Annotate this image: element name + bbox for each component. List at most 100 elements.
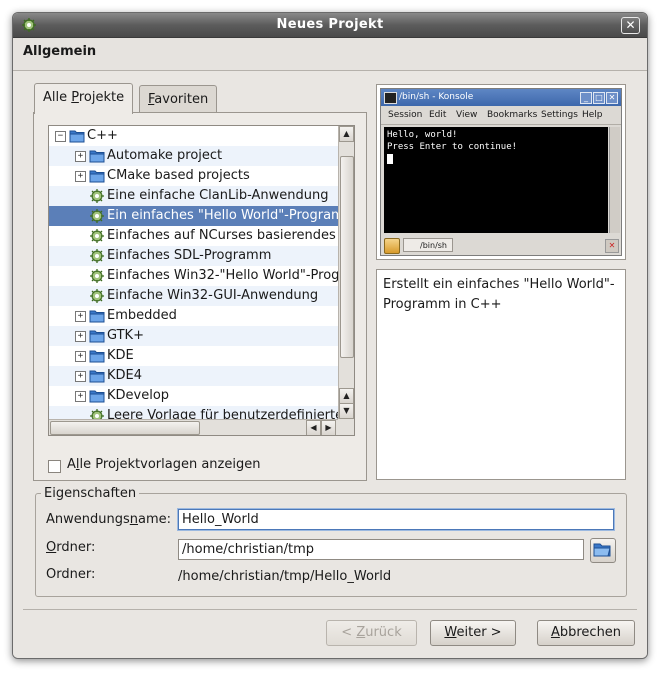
tree-item[interactable]: Einfaches auf NCurses basierendes	[49, 226, 338, 246]
close-icon: ✕	[606, 92, 618, 104]
tree-item[interactable]: + Automake project	[49, 146, 338, 166]
template-description: Erstellt ein einfaches "Hello World"-Pro…	[376, 269, 626, 480]
tree-item[interactable]: Einfache Win32-GUI-Anwendung	[49, 286, 338, 306]
tree-item-label: Einfache Win32-GUI-Anwendung	[107, 288, 319, 303]
tree-item[interactable]: Eine einfache ClanLib-Anwendung	[49, 186, 338, 206]
tree-item[interactable]: + KDE	[49, 346, 338, 366]
app-name-label: Anwendungsname:	[46, 512, 172, 527]
scroll-left-button[interactable]: ◀	[306, 420, 321, 435]
tree-item[interactable]: + GTK+	[49, 326, 338, 346]
terminal-line: Hello, world!	[387, 130, 458, 140]
tab-panel-all-projects: − C++ + Automake project + CMake based p…	[33, 112, 367, 481]
tree-item[interactable]: + CMake based projects	[49, 166, 338, 186]
tab-favorites[interactable]: Favoriten	[139, 85, 218, 113]
scrollbar-thumb[interactable]	[50, 421, 200, 435]
konsole-tabbar: /bin/sh ✕	[381, 236, 621, 255]
window-title: Neues Projekt	[276, 17, 384, 32]
folder-icon	[89, 370, 105, 383]
tree-item[interactable]: − C++	[49, 126, 338, 146]
template-gear-icon	[90, 189, 104, 203]
minimize-icon: _	[580, 92, 592, 104]
next-button[interactable]: Weiter >	[430, 620, 516, 646]
arrow-up-icon: ▲	[343, 129, 350, 138]
konsole-titlebar: /bin/sh - Konsole _ □ ✕	[381, 89, 621, 106]
tree-item[interactable]: Einfaches SDL-Programm	[49, 246, 338, 266]
folder-icon	[89, 350, 105, 363]
expand-icon[interactable]: +	[75, 391, 86, 402]
new-project-dialog: Neues Projekt ✕ Allgemein Alle Projekte …	[12, 12, 648, 659]
tree-item[interactable]: + KDE4	[49, 366, 338, 386]
close-tab-icon: ✕	[605, 239, 619, 253]
tree-item-label: KDE4	[107, 368, 143, 383]
show-all-templates-checkbox[interactable]	[48, 460, 61, 473]
collapse-icon[interactable]: −	[55, 131, 66, 142]
scroll-up-button[interactable]: ▲	[339, 126, 354, 142]
konsole-tab: /bin/sh	[403, 238, 453, 252]
tree-item[interactable]: Einfaches Win32-"Hello World"-Prog	[49, 266, 338, 286]
konsole-menu-item: Session	[388, 110, 423, 120]
tree-item[interactable]: + Embedded	[49, 306, 338, 326]
template-gear-icon	[90, 409, 104, 419]
description-text: Erstellt ein einfaches "Hello World"-Pro…	[383, 277, 615, 312]
tree-vertical-scrollbar[interactable]: ▲ ▲ ▼	[338, 126, 354, 419]
scroll-down-button[interactable]: ▲	[339, 388, 354, 404]
folder-input[interactable]	[178, 539, 584, 560]
konsole-preview-image: /bin/sh - Konsole _ □ ✕ Session Edit Vie…	[380, 88, 622, 256]
expand-icon[interactable]: +	[75, 311, 86, 322]
close-button[interactable]: ✕	[621, 17, 640, 34]
new-tab-icon	[384, 238, 400, 254]
scroll-down-button[interactable]: ▼	[339, 403, 354, 419]
tree-item-label: Einfaches Win32-"Hello World"-Prog	[107, 268, 338, 283]
app-name-input[interactable]	[178, 509, 614, 530]
konsole-menu-item: View	[456, 110, 478, 120]
arrow-up-icon: ▲	[343, 391, 350, 400]
browse-folder-button[interactable]	[590, 538, 616, 563]
template-gear-icon	[90, 229, 104, 243]
project-template-tree[interactable]: − C++ + Automake project + CMake based p…	[48, 125, 355, 436]
properties-group-title: Eigenschaften	[41, 486, 140, 501]
tree-item-label: Embedded	[107, 308, 177, 323]
tree-item-label: Eine einfache ClanLib-Anwendung	[107, 188, 329, 203]
folder-open-icon	[69, 130, 85, 143]
arrow-right-icon: ▶	[325, 423, 332, 432]
konsole-terminal: Hello, world! Press Enter to continue!	[384, 127, 608, 233]
arrow-down-icon: ▼	[343, 406, 350, 415]
tree-viewport: − C++ + Automake project + CMake based p…	[49, 126, 338, 419]
terminal-line: Press Enter to continue!	[387, 142, 518, 152]
konsole-menubar: Session Edit View Bookmarks Settings Hel…	[381, 106, 621, 125]
tree-item-selected[interactable]: Ein einfaches "Hello World"-Program	[49, 206, 338, 226]
tree-item-label: KDevelop	[107, 388, 170, 403]
expand-icon[interactable]: +	[75, 151, 86, 162]
footer-divider	[23, 609, 637, 610]
terminal-cursor	[387, 154, 393, 164]
folder-icon	[89, 390, 105, 403]
tree-item[interactable]: + KDevelop	[49, 386, 338, 406]
cancel-button[interactable]: Abbrechen	[537, 620, 635, 646]
close-icon: ✕	[625, 18, 636, 32]
titlebar[interactable]: Neues Projekt ✕	[13, 13, 647, 38]
scrollbar-thumb[interactable]	[340, 156, 354, 358]
maximize-icon: □	[593, 92, 605, 104]
konsole-scrollbar	[609, 127, 620, 233]
expand-icon[interactable]: +	[75, 331, 86, 342]
tree-item[interactable]: Leere Vorlage für benutzerdefinierte	[49, 406, 338, 419]
folder-label: Ordner:	[46, 540, 96, 555]
terminal-icon	[384, 92, 397, 104]
tree-item-label: Einfaches SDL-Programm	[107, 248, 272, 263]
expand-icon[interactable]: +	[75, 171, 86, 182]
scroll-right-button[interactable]: ▶	[321, 420, 336, 435]
tree-item-label: C++	[87, 128, 118, 143]
back-button[interactable]: < Zurück	[326, 620, 417, 646]
tree-horizontal-scrollbar[interactable]: ◀ ▶	[49, 419, 338, 435]
tree-item-label: GTK+	[107, 328, 144, 343]
expand-icon[interactable]: +	[75, 351, 86, 362]
tree-item-label: Ein einfaches "Hello World"-Program	[107, 208, 338, 223]
tree-item-label: Automake project	[107, 148, 223, 163]
expand-icon[interactable]: +	[75, 371, 86, 382]
tab-all-projects[interactable]: Alle Projekte	[34, 83, 134, 114]
template-preview: /bin/sh - Konsole _ □ ✕ Session Edit Vie…	[376, 84, 626, 260]
tree-item-label: Leere Vorlage für benutzerdefinierte	[107, 408, 338, 419]
konsole-title: /bin/sh - Konsole	[399, 92, 474, 102]
konsole-menu-item: Edit	[429, 110, 447, 120]
show-all-templates-label[interactable]: Alle Projektvorlagen anzeigen	[67, 457, 260, 472]
